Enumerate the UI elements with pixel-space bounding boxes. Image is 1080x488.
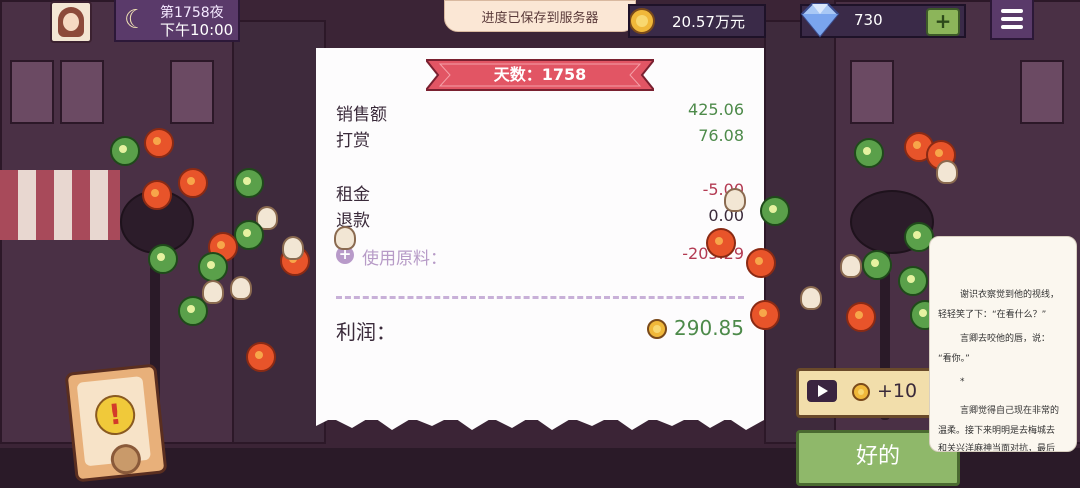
pepper-slice xyxy=(898,266,928,296)
window xyxy=(170,60,214,124)
tomato-slice xyxy=(706,228,736,258)
pepper-slice xyxy=(854,138,884,168)
coin-icon xyxy=(630,8,655,34)
coin-balance: 20.57万元 xyxy=(628,4,766,38)
reader-line: 温柔。接下来明明是去梅城去 xyxy=(938,426,1056,436)
window xyxy=(60,60,104,124)
time-label: 下午10:00 xyxy=(160,21,234,39)
reader-line: “看你。” xyxy=(938,354,970,364)
rent-label: 租金 xyxy=(336,185,370,205)
reader-line: * xyxy=(960,377,965,387)
play-icon xyxy=(807,380,837,402)
reader-line: 言卿去咬他的唇，说： xyxy=(960,334,1051,344)
tomato-slice xyxy=(746,248,776,278)
player-avatar[interactable] xyxy=(50,1,92,43)
tomato-slice xyxy=(750,300,780,330)
receipt-torn-edge xyxy=(316,410,764,430)
ingredients-label[interactable]: 使用原料： xyxy=(362,244,447,269)
pepper-slice xyxy=(862,250,892,280)
save-toast: 进度已保存到服务器 xyxy=(444,0,636,32)
garlic-clove xyxy=(334,226,356,250)
reader-overlay[interactable]: 谢识衣察觉到他的视线， 轻轻笑了下：“在看什么？” 言卿去咬他的唇，说： “看你… xyxy=(929,236,1077,452)
ad-reward-amount: +10 xyxy=(877,380,918,402)
tomato-slice xyxy=(144,128,174,158)
add-gems-button[interactable]: + xyxy=(926,8,960,36)
moon-icon: ☾ xyxy=(124,5,148,35)
window xyxy=(1020,60,1064,124)
watch-ad-button[interactable]: +10 xyxy=(796,368,942,418)
pepper-slice xyxy=(234,220,264,250)
window xyxy=(10,60,54,124)
garlic-clove xyxy=(202,280,224,304)
reader-line: 谢识衣察觉到他的视线， xyxy=(960,290,1060,300)
tips-label: 打赏 xyxy=(336,131,370,151)
coin-value: 20.57万元 xyxy=(672,13,745,31)
garlic-clove xyxy=(800,286,822,310)
profit-label: 利润： xyxy=(336,320,396,344)
garlic-clove xyxy=(840,254,862,278)
receipt-title: 天数：1758 xyxy=(493,65,587,84)
garlic-clove xyxy=(230,276,252,300)
awning xyxy=(0,170,120,240)
gem-value: 730 xyxy=(854,11,883,29)
pepper-slice xyxy=(110,136,140,166)
menu-button[interactable] xyxy=(990,0,1034,40)
garlic-clove xyxy=(724,188,746,212)
tomato-slice xyxy=(846,302,876,332)
gem-icon xyxy=(800,3,840,38)
garlic-clove xyxy=(282,236,304,260)
reader-header xyxy=(938,273,1068,281)
sales-value: 425.06 xyxy=(688,100,744,119)
pepper-slice xyxy=(148,244,178,274)
coin-icon xyxy=(852,383,870,401)
alert-icon: ! xyxy=(93,393,138,438)
pepper-slice xyxy=(760,196,790,226)
tomato-slice xyxy=(246,342,276,372)
day-time-panel: ☾ 第1758夜 下午10:00 xyxy=(114,0,240,42)
tomato-slice xyxy=(142,180,172,210)
profit-value: 290.85 xyxy=(674,316,744,340)
daily-receipt: 天数：1758 销售额 425.06 打赏 76.08 租金 -5.00 退款 … xyxy=(316,48,764,420)
reader-line: 言卿觉得自己现在非常的 xyxy=(960,406,1060,416)
window xyxy=(850,60,894,124)
garlic-clove xyxy=(936,160,958,184)
medal-icon xyxy=(109,442,143,476)
gem-balance: 730 + xyxy=(800,3,966,38)
pepper-slice xyxy=(234,168,264,198)
pepper-slice xyxy=(198,252,228,282)
tips-value: 76.08 xyxy=(698,126,744,145)
coin-icon xyxy=(647,319,667,339)
reader-line: 和关兴洋麻神当面对抗，最后 xyxy=(938,444,1056,452)
tomato-slice xyxy=(178,168,208,198)
pepper-slice xyxy=(178,296,208,326)
divider xyxy=(336,296,744,299)
alert-card[interactable]: ! xyxy=(64,363,168,483)
sales-label: 销售额 xyxy=(336,105,387,125)
reader-line: 轻轻笑了下：“在看什么？” xyxy=(938,310,1047,320)
